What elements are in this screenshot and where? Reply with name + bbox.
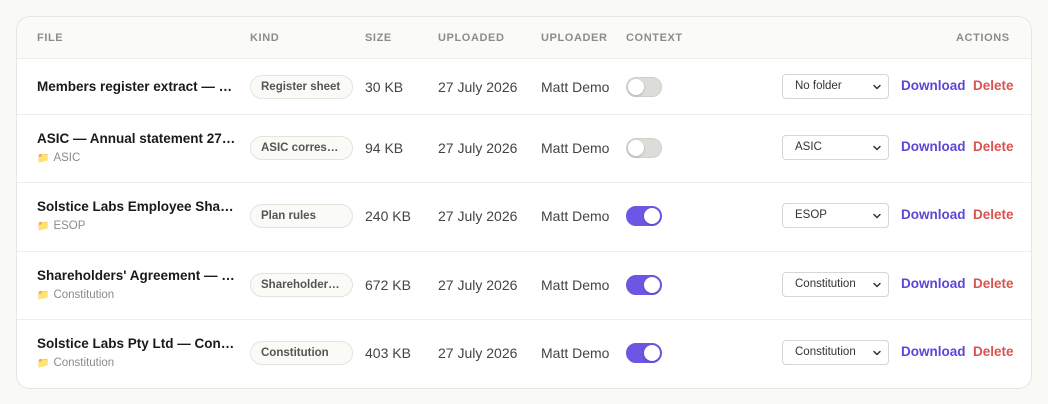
- delete-link[interactable]: Delete: [973, 139, 1014, 154]
- chevron-down-icon: [873, 350, 881, 356]
- context-toggle[interactable]: [626, 343, 662, 363]
- upload-date: 27 July 2026: [438, 208, 518, 224]
- context-toggle[interactable]: [626, 275, 662, 295]
- folder-select-value: ESOP: [795, 209, 827, 221]
- column-header-size: SIZE: [365, 32, 392, 44]
- folder-icon: 📁: [37, 289, 50, 301]
- context-toggle[interactable]: [626, 206, 662, 226]
- delete-link[interactable]: Delete: [973, 276, 1014, 291]
- documents-table: FILE KIND SIZE UPLOADED UPLOADER CONTEXT…: [16, 16, 1032, 389]
- chevron-down-icon: [873, 145, 881, 151]
- folder-label: 📁 Constitution: [37, 289, 114, 301]
- file-size: 403 KB: [365, 345, 411, 361]
- folder-select-value: Constitution: [795, 278, 856, 290]
- upload-date: 27 July 2026: [438, 277, 518, 293]
- table-header: FILE KIND SIZE UPLOADED UPLOADER CONTEXT…: [17, 17, 1031, 59]
- toggle-knob: [628, 79, 644, 95]
- table-row: Solstice Labs Employee Share… 📁 ESOP Pla…: [17, 183, 1031, 252]
- uploader-name: Matt Demo: [541, 208, 610, 224]
- file-size: 240 KB: [365, 208, 411, 224]
- folder-select[interactable]: ESOP: [782, 203, 889, 228]
- file-name[interactable]: Solstice Labs Pty Ltd — Consti…: [37, 336, 237, 351]
- file-size: 30 KB: [365, 79, 404, 95]
- upload-date: 27 July 2026: [438, 140, 518, 156]
- table-row: Members register extract — 3… Register s…: [17, 59, 1031, 115]
- toggle-knob: [644, 277, 660, 293]
- file-name[interactable]: Members register extract — 3…: [37, 79, 237, 94]
- folder-select[interactable]: No folder: [782, 74, 889, 99]
- folder-select[interactable]: Constitution: [782, 272, 889, 297]
- uploader-name: Matt Demo: [541, 79, 610, 95]
- context-toggle[interactable]: [626, 138, 662, 158]
- table-row: Shareholders' Agreement — S… 📁 Constitut…: [17, 252, 1031, 320]
- download-link[interactable]: Download: [901, 276, 966, 291]
- folder-label: 📁 Constitution: [37, 357, 114, 369]
- column-header-context: CONTEXT: [626, 32, 683, 44]
- column-header-kind: KIND: [250, 32, 280, 44]
- folder-icon: 📁: [37, 357, 50, 369]
- download-link[interactable]: Download: [901, 139, 966, 154]
- download-link[interactable]: Download: [901, 78, 966, 93]
- file-size: 94 KB: [365, 140, 404, 156]
- folder-name: ESOP: [53, 220, 86, 232]
- folder-label: 📁 ESOP: [37, 220, 85, 232]
- folder-icon: 📁: [37, 220, 50, 232]
- chevron-down-icon: [873, 213, 881, 219]
- download-link[interactable]: Download: [901, 344, 966, 359]
- folder-name: Constitution: [53, 289, 115, 301]
- folder-select[interactable]: ASIC: [782, 135, 889, 160]
- kind-badge: Plan rules: [250, 204, 353, 228]
- delete-link[interactable]: Delete: [973, 78, 1014, 93]
- column-header-uploaded: UPLOADED: [438, 32, 505, 44]
- uploader-name: Matt Demo: [541, 277, 610, 293]
- toggle-knob: [644, 208, 660, 224]
- folder-select-value: ASIC: [795, 141, 822, 153]
- kind-badge: Shareholder…: [250, 273, 353, 297]
- file-size: 672 KB: [365, 277, 411, 293]
- kind-badge: ASIC corres…: [250, 136, 353, 160]
- folder-icon: 📁: [37, 152, 50, 164]
- context-toggle[interactable]: [626, 77, 662, 97]
- column-header-uploader: UPLOADER: [541, 32, 608, 44]
- chevron-down-icon: [873, 282, 881, 288]
- column-header-file: FILE: [37, 32, 64, 44]
- toggle-knob: [628, 140, 644, 156]
- folder-name: ASIC: [53, 152, 81, 164]
- toggle-knob: [644, 345, 660, 361]
- chevron-down-icon: [873, 84, 881, 90]
- table-row: Solstice Labs Pty Ltd — Consti… 📁 Consti…: [17, 320, 1031, 388]
- folder-select-value: Constitution: [795, 346, 856, 358]
- folder-name: Constitution: [53, 357, 115, 369]
- file-name[interactable]: Solstice Labs Employee Share…: [37, 199, 237, 214]
- table-row: ASIC — Annual statement 27 … 📁 ASIC ASIC…: [17, 115, 1031, 183]
- file-name[interactable]: Shareholders' Agreement — S…: [37, 268, 237, 283]
- delete-link[interactable]: Delete: [973, 344, 1014, 359]
- upload-date: 27 July 2026: [438, 79, 518, 95]
- kind-badge: Constitution: [250, 341, 353, 365]
- uploader-name: Matt Demo: [541, 345, 610, 361]
- delete-link[interactable]: Delete: [973, 207, 1014, 222]
- download-link[interactable]: Download: [901, 207, 966, 222]
- folder-select[interactable]: Constitution: [782, 340, 889, 365]
- uploader-name: Matt Demo: [541, 140, 610, 156]
- folder-select-value: No folder: [795, 80, 842, 92]
- column-header-actions: ACTIONS: [956, 32, 1010, 44]
- upload-date: 27 July 2026: [438, 345, 518, 361]
- folder-label: 📁 ASIC: [37, 152, 80, 164]
- kind-badge: Register sheet: [250, 75, 353, 99]
- file-name[interactable]: ASIC — Annual statement 27 …: [37, 131, 237, 146]
